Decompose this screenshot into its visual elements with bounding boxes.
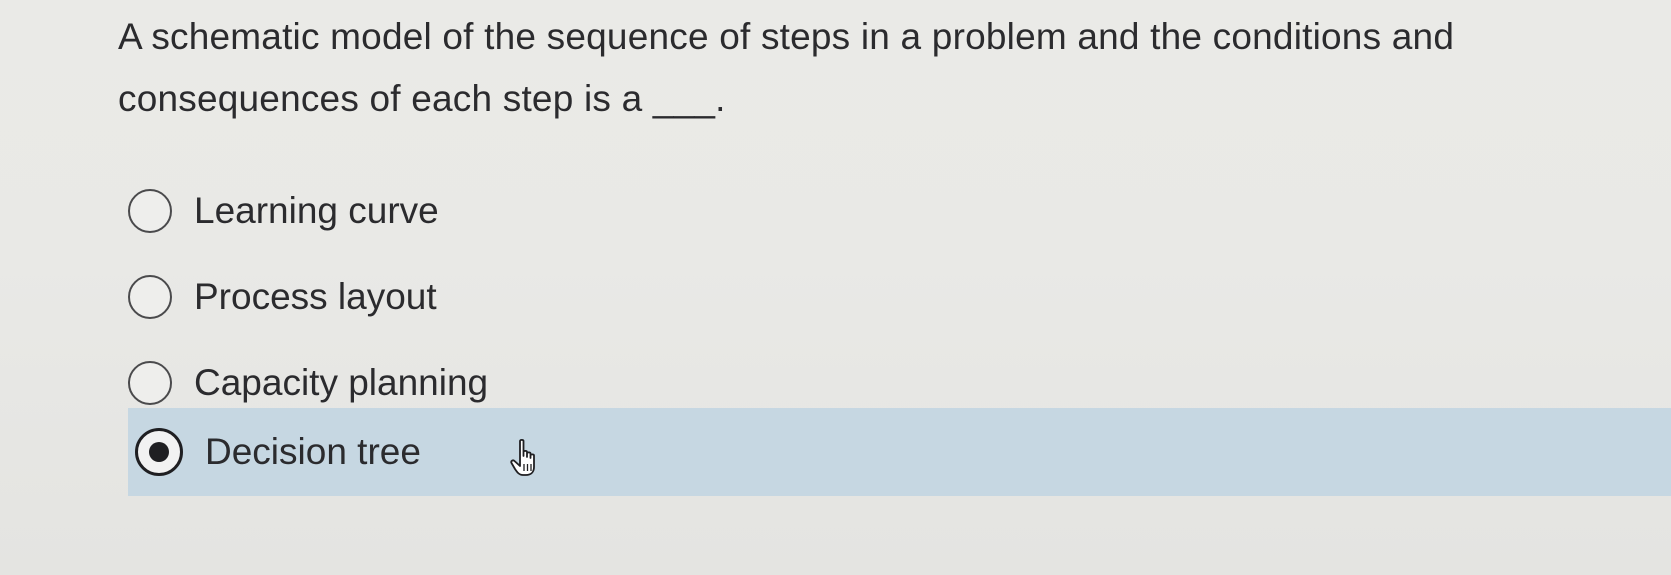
option-label: Decision tree: [205, 431, 421, 472]
radio-button[interactable]: [128, 361, 172, 405]
radio-button[interactable]: [128, 275, 172, 319]
radio-button[interactable]: [128, 189, 172, 233]
option-label: Capacity planning: [194, 362, 489, 403]
option-decision-tree[interactable]: Decision tree: [135, 409, 421, 495]
option-process-layout[interactable]: Process layout: [128, 254, 437, 340]
radio-button-selected[interactable]: [135, 428, 183, 476]
question-text: A schematic model of the sequence of ste…: [118, 16, 1455, 119]
option-label: Learning curve: [194, 190, 439, 231]
hand-pointer-icon: [510, 438, 535, 476]
option-label: Process layout: [194, 276, 437, 317]
radio-selected-dot: [149, 442, 169, 462]
option-learning-curve[interactable]: Learning curve: [128, 168, 439, 254]
